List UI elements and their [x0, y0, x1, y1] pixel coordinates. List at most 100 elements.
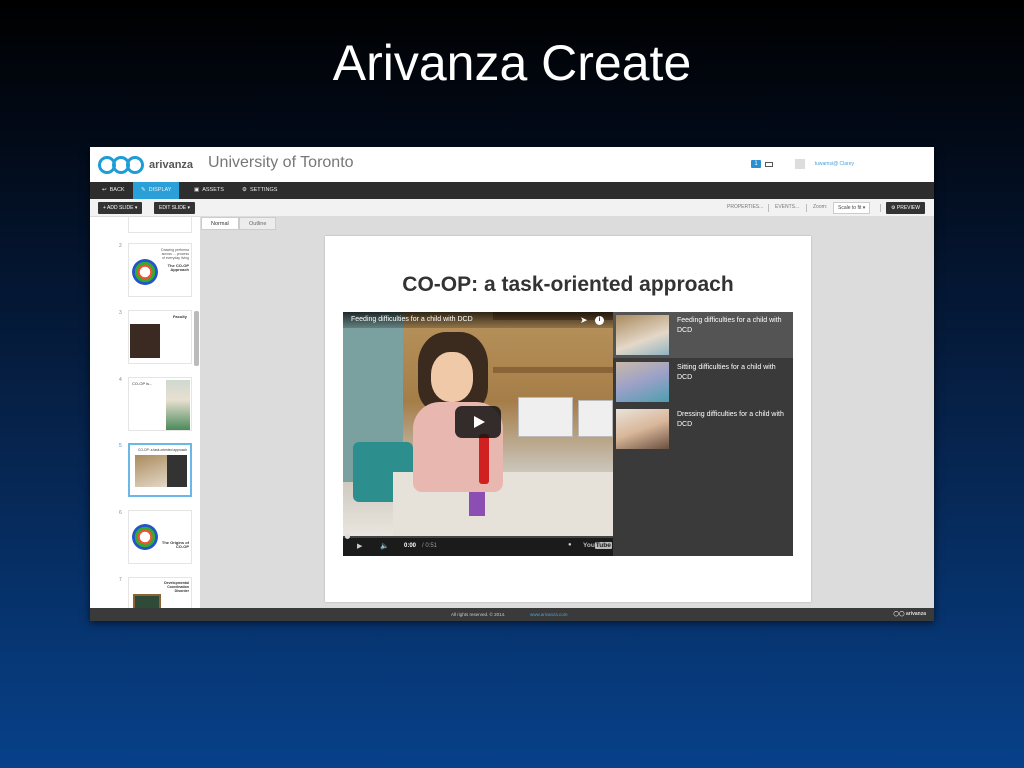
slide-thumbnail[interactable]: Drawing performa across ... process of e…: [128, 243, 192, 297]
copyright-text: All rights reserved. © 2014.: [451, 612, 506, 617]
slide-thumbnail[interactable]: CO-OP is...: [128, 377, 192, 431]
progress-knob[interactable]: [345, 534, 350, 539]
video-controls: ▶ 🔈 0:00 / 0:51 ● YouTube: [343, 534, 613, 556]
thumbnail-title: The Origins of CO-OP: [161, 540, 189, 549]
playlist-item[interactable]: Sitting difficulties for a child with DC…: [613, 359, 793, 405]
slide-thumbnail-selected[interactable]: CO-OP: a task-oriented approach: [128, 443, 192, 497]
slide-number: 6: [119, 510, 122, 516]
slide-number: 3: [119, 310, 122, 316]
thumbnail-text: Drawing performa across ... process of e…: [161, 248, 189, 260]
time-duration: / 0:51: [422, 543, 438, 549]
slide-title: Arivanza Create: [332, 35, 692, 91]
chalkboard-image: [133, 594, 161, 608]
settings-icon[interactable]: ●: [568, 542, 572, 548]
website-link[interactable]: www.arivanza.com: [530, 612, 568, 617]
youtube-logo[interactable]: YouTube: [583, 542, 612, 549]
time-current: 0:00: [404, 543, 417, 549]
slide-number: 5: [119, 443, 122, 449]
assets-icon: ▣: [194, 187, 200, 193]
main-nav: ↩ BACK ✎ DISPLAY ▣ ASSETS ⚙ SETTINGS: [90, 182, 934, 199]
nav-settings[interactable]: ⚙ SETTINGS: [234, 182, 285, 199]
properties-link[interactable]: PROPERTIES...: [727, 204, 763, 210]
app-header: arivanza University of Toronto 1 tuwamsi…: [90, 147, 934, 182]
slide-number: 7: [119, 577, 122, 583]
slide-thumbnail[interactable]: The Origins of CO-OP: [128, 510, 192, 564]
logo-text: arivanza: [149, 159, 194, 171]
app-footer: All rights reserved. © 2014. www.arivanz…: [90, 608, 934, 621]
playlist-item[interactable]: Dressing difficulties for a child with D…: [613, 406, 793, 452]
slide-thumbnail[interactable]: Developmental Coordination Disorder: [128, 577, 192, 608]
slide-canvas[interactable]: CO-OP: a task-oriented approach Feeding …: [325, 236, 811, 602]
slide-toolbar: + ADD SLIDE ▾ EDIT SLIDE ▾ PROPERTIES...…: [90, 199, 934, 217]
coop-logo-icon: [132, 259, 158, 285]
video-progress-bar[interactable]: [343, 534, 613, 539]
thumbnail-photo: [166, 380, 190, 430]
slide-thumbnail[interactable]: [128, 217, 192, 233]
video-title[interactable]: Feeding difficulties for a child with DC…: [351, 316, 473, 323]
tab-outline[interactable]: Outline: [239, 217, 277, 230]
slide-number: 4: [119, 377, 122, 383]
playlist-thumbnail: [616, 315, 669, 355]
zoom-select[interactable]: Scale to fit ▾: [833, 202, 871, 214]
thumbnail-title: Faculty: [172, 314, 187, 319]
nav-display-label: DISPLAY: [148, 187, 172, 193]
playlist-item-label: Feeding difficulties for a child with DC…: [677, 317, 782, 334]
nav-assets-label: ASSETS: [202, 187, 224, 193]
thumbnail-title: Developmental Coordination Disorder: [164, 581, 189, 593]
nav-back-label: BACK: [109, 187, 125, 193]
nav-assets[interactable]: ▣ ASSETS: [186, 182, 232, 199]
nav-display[interactable]: ✎ DISPLAY: [133, 182, 180, 199]
nav-back[interactable]: ↩ BACK: [94, 182, 133, 199]
playlist-thumbnail: [616, 362, 669, 402]
thumbnails-scrollbar[interactable]: [194, 311, 199, 366]
slide-number: 2: [119, 243, 122, 249]
thumbnail-title: CO-OP: a task-oriented approach: [138, 448, 188, 452]
playlist-item-label: Sitting difficulties for a child with DC…: [677, 364, 776, 381]
add-slide-label: ADD SLIDE: [107, 205, 134, 211]
play-button[interactable]: [455, 406, 501, 438]
play-icon[interactable]: ▶: [357, 542, 362, 550]
thumbnail-title: CO-OP is...: [132, 381, 153, 386]
canvas-slide-title[interactable]: CO-OP: a task-oriented approach: [325, 273, 811, 297]
slide-thumbnails-panel: 2 Drawing performa across ... process of…: [90, 217, 201, 608]
info-icon[interactable]: i: [595, 316, 604, 325]
avatar[interactable]: [794, 159, 805, 169]
back-arrow-icon: ↩: [102, 187, 107, 193]
volume-icon[interactable]: 🔈: [380, 542, 389, 550]
mail-icon[interactable]: [764, 161, 773, 167]
gear-icon: ⚙: [242, 187, 247, 193]
nav-settings-label: SETTINGS: [249, 187, 278, 193]
events-link[interactable]: EVENTS...: [775, 204, 799, 210]
user-menu[interactable]: tuwamsi@ Clarey: [815, 161, 854, 167]
logo-mark-icon: [98, 156, 144, 174]
app-window: arivanza University of Toronto 1 tuwamsi…: [90, 147, 934, 621]
footer-logo: ◯◯ arivanza: [893, 611, 926, 617]
playlist-item[interactable]: Feeding difficulties for a child with DC…: [613, 312, 793, 358]
video-player[interactable]: Feeding difficulties for a child with DC…: [343, 312, 793, 556]
slide-editor: Normal Outline CO-OP: a task-oriented ap…: [201, 217, 934, 608]
header-user-area: 1 tuwamsi@ Clarey: [751, 159, 854, 169]
notification-badge[interactable]: 1: [751, 160, 761, 168]
video-playlist: Feeding difficulties for a child with DC…: [613, 312, 793, 556]
footer-logo-text: arivanza: [905, 611, 926, 617]
slide-thumbnail[interactable]: Faculty: [128, 310, 192, 364]
video-frame[interactable]: Feeding difficulties for a child with DC…: [343, 312, 613, 556]
organization-name: University of Toronto: [208, 154, 354, 171]
faculty-photo: [130, 324, 160, 358]
coop-logo-icon: [132, 524, 158, 550]
arivanza-logo[interactable]: arivanza: [98, 155, 193, 175]
pencil-icon: ✎: [141, 187, 146, 193]
edit-slide-label: EDIT SLIDE: [159, 205, 187, 211]
edit-slide-button[interactable]: EDIT SLIDE ▾: [154, 202, 196, 214]
thumbnail-title: The CO-OP Approach: [167, 263, 189, 272]
logo-mark-icon: ◯◯: [893, 611, 906, 617]
preview-button[interactable]: ⚙ PREVIEW: [886, 202, 925, 214]
playlist-item-label: Dressing difficulties for a child with D…: [677, 411, 784, 428]
share-icon[interactable]: ➤: [580, 315, 588, 326]
tab-normal[interactable]: Normal: [201, 217, 239, 230]
zoom-value: Scale to fit: [838, 205, 862, 211]
playlist-thumbnail: [616, 409, 669, 449]
add-slide-button[interactable]: + ADD SLIDE ▾: [98, 202, 143, 214]
zoom-label: Zoom:: [813, 204, 828, 210]
preview-label: PREVIEW: [896, 205, 920, 211]
